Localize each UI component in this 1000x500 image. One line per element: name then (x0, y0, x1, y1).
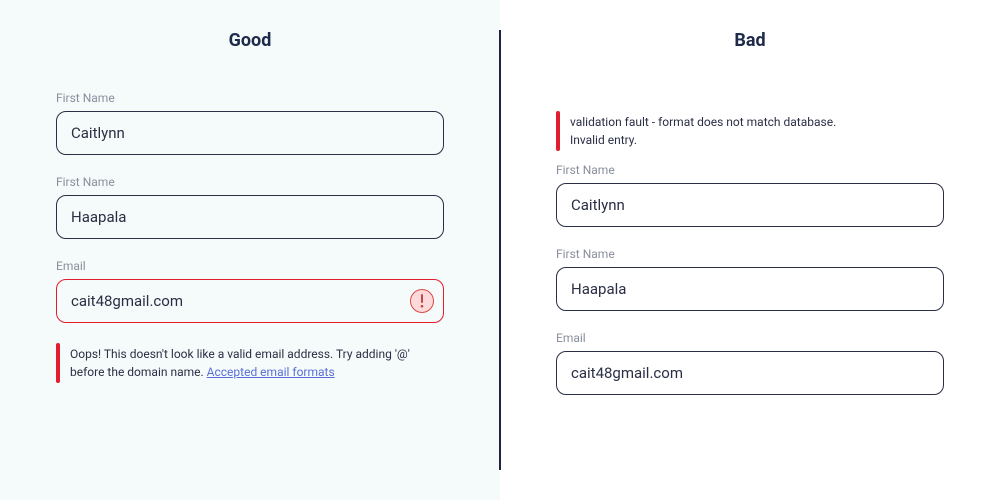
alert-accent-bar (56, 343, 60, 383)
bad-form: validation fault - format does not match… (556, 111, 944, 395)
accepted-formats-link[interactable]: Accepted email formats (207, 365, 335, 379)
alert-body: Oops! This doesn't look like a valid ema… (70, 343, 444, 383)
bad-example-panel: Bad validation fault - format does not m… (500, 0, 1000, 500)
good-title: Good (56, 30, 444, 51)
email-input-wrap (556, 351, 944, 395)
email-field: Email (556, 331, 944, 395)
first-name-input-wrap (56, 111, 444, 155)
last-name-label: First Name (56, 175, 444, 189)
email-input-wrap (56, 279, 444, 323)
alert-body: validation fault - format does not match… (570, 111, 836, 151)
first-name-input-wrap (556, 183, 944, 227)
top-error-message: validation fault - format does not match… (556, 111, 944, 151)
last-name-field: First Name (556, 247, 944, 311)
email-label: Email (556, 331, 944, 345)
last-name-input-wrap (56, 195, 444, 239)
first-name-field: First Name (56, 91, 444, 155)
last-name-input[interactable] (556, 267, 944, 311)
last-name-input[interactable] (56, 195, 444, 239)
first-name-input[interactable] (56, 111, 444, 155)
panel-divider (499, 30, 501, 470)
first-name-input[interactable] (556, 183, 944, 227)
email-input[interactable] (556, 351, 944, 395)
alert-icon (410, 289, 434, 313)
inline-error-message: Oops! This doesn't look like a valid ema… (56, 343, 444, 383)
email-field: Email (56, 259, 444, 323)
alert-text-line-2: Invalid entry. (570, 133, 637, 147)
email-label: Email (56, 259, 444, 273)
last-name-field: First Name (56, 175, 444, 239)
last-name-input-wrap (556, 267, 944, 311)
email-input[interactable] (56, 279, 444, 323)
alert-text-line-1: validation fault - format does not match… (570, 115, 836, 129)
bad-title: Bad (556, 30, 944, 51)
good-example-panel: Good First Name First Name Email Oops! T… (0, 0, 500, 500)
first-name-field: First Name (556, 163, 944, 227)
first-name-label: First Name (556, 163, 944, 177)
alert-accent-bar (556, 111, 560, 151)
first-name-label: First Name (56, 91, 444, 105)
last-name-label: First Name (556, 247, 944, 261)
